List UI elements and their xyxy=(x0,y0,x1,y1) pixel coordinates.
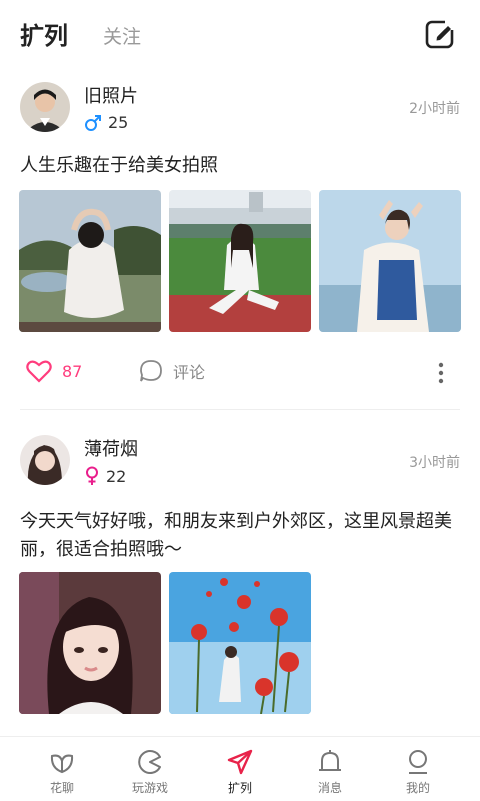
nav-label: 扩列 xyxy=(227,781,252,795)
edit-icon[interactable] xyxy=(424,18,456,50)
photo[interactable] xyxy=(19,190,161,332)
comment-button[interactable]: 评论 xyxy=(139,359,205,383)
photo[interactable] xyxy=(319,190,461,332)
tab-kuolie[interactable]: 扩列 xyxy=(20,16,68,51)
nav-item-play-game[interactable]: 玩游戏 xyxy=(102,737,198,801)
post-text: 人生乐趣在于给美女拍照 xyxy=(20,155,218,176)
post-actions: 87 评论 xyxy=(0,351,480,391)
photo[interactable] xyxy=(169,190,311,332)
like-button[interactable]: 87 xyxy=(26,359,82,383)
top-bar: 扩列 关注 xyxy=(0,0,480,66)
nav-item-messages[interactable]: 消息 xyxy=(282,737,378,801)
heart-icon xyxy=(26,360,52,383)
nav-label: 花聊 xyxy=(49,781,74,795)
divider xyxy=(20,409,460,410)
post-time: 2小时前 xyxy=(409,101,460,117)
nav-item-kuolie[interactable]: 扩列 xyxy=(192,737,288,801)
gender-age-badge: 25 xyxy=(84,113,128,132)
tab-follow[interactable]: 关注 xyxy=(103,22,141,49)
photo[interactable] xyxy=(19,572,161,714)
bell-icon xyxy=(319,750,341,771)
pacman-icon xyxy=(138,750,161,774)
avatar[interactable] xyxy=(20,435,70,485)
post-time: 3小时前 xyxy=(409,455,460,471)
nav-label: 我的 xyxy=(405,781,430,795)
age: 22 xyxy=(106,466,127,486)
person-icon xyxy=(409,750,427,774)
photo-grid xyxy=(19,190,461,332)
avatar[interactable] xyxy=(20,82,70,132)
username[interactable]: 薄荷烟 xyxy=(84,435,138,461)
female-icon xyxy=(86,466,98,485)
gender-age-badge: 22 xyxy=(84,466,126,486)
comment-icon xyxy=(140,360,162,382)
like-count: 87 xyxy=(62,361,83,381)
post-text: 今天天气好好哦，和朋友来到户外郊区，这里风景超美丽，很适合拍照哦～ xyxy=(20,511,452,560)
nav-label: 玩游戏 xyxy=(131,781,168,795)
more-options-icon[interactable] xyxy=(437,361,445,385)
nav-item-mine[interactable]: 我的 xyxy=(370,737,466,801)
nav-label: 消息 xyxy=(317,781,342,795)
photo-grid xyxy=(19,572,311,714)
paper-plane-icon xyxy=(227,749,253,775)
photo[interactable] xyxy=(169,572,311,714)
leaf-icon xyxy=(50,754,74,774)
bottom-nav: 花聊 玩游戏 扩列 消息 我的 xyxy=(0,736,480,801)
username[interactable]: 旧照片 xyxy=(84,82,138,108)
nav-item-hualiao[interactable]: 花聊 xyxy=(14,737,110,801)
age: 25 xyxy=(108,113,129,132)
male-icon xyxy=(85,114,101,131)
comment-label: 评论 xyxy=(173,363,206,382)
